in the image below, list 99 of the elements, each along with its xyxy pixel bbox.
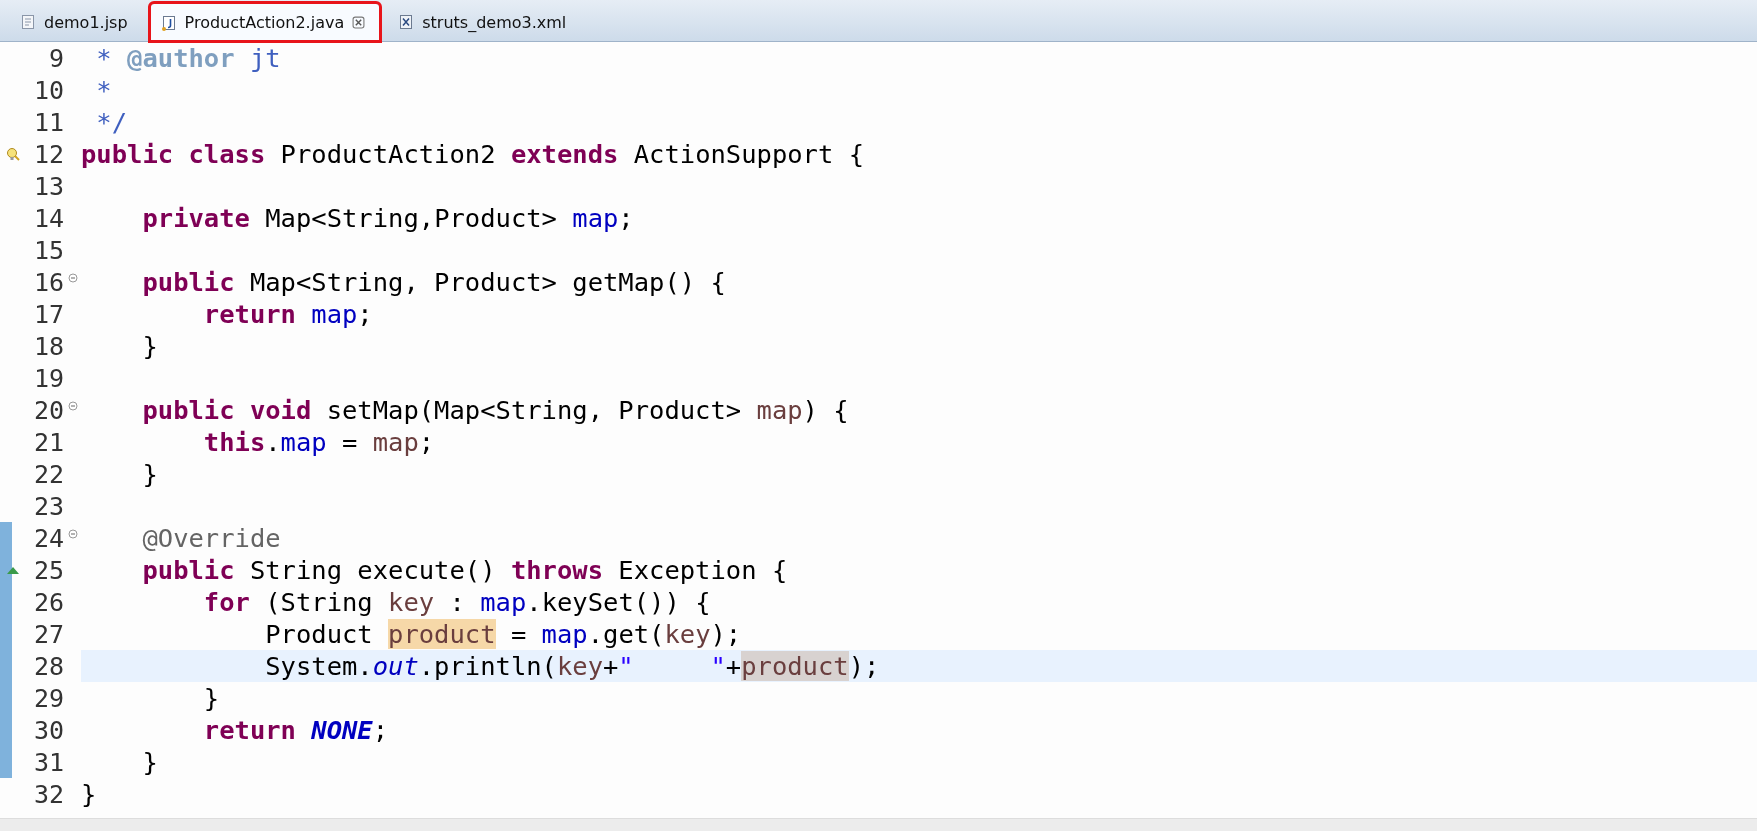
comment-text: * xyxy=(96,43,113,73)
variable-name: key xyxy=(556,651,603,681)
code-text: .get( xyxy=(587,619,665,649)
line-number: 9 xyxy=(47,43,64,73)
keyword: public void xyxy=(142,395,313,425)
java-file-icon xyxy=(160,14,177,31)
code-text: Map<String,Product> xyxy=(265,203,558,233)
code-text: } xyxy=(142,331,158,361)
file-tab[interactable]: ProductAction2.java xyxy=(149,3,381,41)
line-number: 20 xyxy=(32,395,64,425)
code-text: ); xyxy=(710,619,742,649)
line-number: 19 xyxy=(32,363,64,393)
file-icon xyxy=(20,14,36,30)
field-name: map xyxy=(280,427,327,457)
line-number: 22 xyxy=(32,459,64,489)
line-number: 14 xyxy=(32,203,64,233)
field-name: map xyxy=(541,619,588,649)
code-text: .keySet()) { xyxy=(526,587,711,617)
keyword: extends xyxy=(510,139,620,169)
collapse-icon[interactable] xyxy=(67,273,78,283)
static-field: out xyxy=(372,651,419,681)
line-number: 32 xyxy=(32,779,64,809)
annotation: @Override xyxy=(142,523,281,553)
code-text: ); xyxy=(848,651,880,681)
line-number: 30 xyxy=(32,715,64,745)
keyword: for xyxy=(203,587,251,617)
field-name: map xyxy=(311,299,358,329)
line-number: 25 xyxy=(32,555,64,585)
code-text: Exception { xyxy=(618,555,788,585)
doc-tag: @author xyxy=(127,43,235,73)
variable-name: key xyxy=(664,619,711,649)
code-text: } xyxy=(142,747,158,777)
line-number: 29 xyxy=(32,683,64,713)
close-icon[interactable] xyxy=(352,16,366,29)
horizontal-scrollbar[interactable] xyxy=(0,818,1757,831)
code-text: Map<String, Product> getMap() { xyxy=(249,267,726,297)
string-literal: " " xyxy=(618,651,726,681)
file-tab[interactable]: demo1.jsp xyxy=(10,3,142,41)
code-text: ActionSupport { xyxy=(633,139,864,169)
keyword: throws xyxy=(510,555,604,585)
code-text: System. xyxy=(265,651,373,681)
code-text: Product xyxy=(265,619,374,649)
line-number: 17 xyxy=(32,299,64,329)
keyword: public class xyxy=(81,139,267,169)
code-text: .println( xyxy=(418,651,557,681)
code-text: ; xyxy=(618,203,634,233)
comment-text: */ xyxy=(96,107,128,137)
line-number: 10 xyxy=(32,75,64,105)
code-text: ProductAction2 xyxy=(280,139,497,169)
line-number: 24 xyxy=(32,523,64,553)
comment-text: * xyxy=(96,75,112,105)
line-number: 18 xyxy=(32,331,64,361)
line-number: 23 xyxy=(32,491,64,521)
line-number: 13 xyxy=(32,171,64,201)
keyword: public xyxy=(142,267,236,297)
code-text: = xyxy=(342,427,359,457)
highlighted-variable: product xyxy=(741,651,849,681)
line-number: 15 xyxy=(32,235,64,265)
keyword: public xyxy=(142,555,236,585)
lightbulb-warning-icon[interactable] xyxy=(6,147,20,161)
line-number: 26 xyxy=(32,587,64,617)
collapse-icon[interactable] xyxy=(67,401,78,411)
line-number: 12 xyxy=(32,139,64,169)
code-text: (String xyxy=(265,587,374,617)
code-text: } xyxy=(203,683,220,713)
field-name: map xyxy=(480,587,527,617)
variable-name: key xyxy=(388,587,435,617)
variable-name: map xyxy=(756,395,803,425)
variable-name: map xyxy=(372,427,419,457)
line-number: 27 xyxy=(32,619,64,649)
comment-text: jt xyxy=(249,43,281,73)
code-text: } xyxy=(81,779,97,809)
line-number: 31 xyxy=(32,747,64,777)
line-number: 11 xyxy=(32,107,64,137)
field-name: map xyxy=(572,203,619,233)
code-text: + xyxy=(725,651,742,681)
code-text: setMap(Map<String, Product> xyxy=(326,395,743,425)
constant: NONE xyxy=(311,715,373,745)
xml-file-icon xyxy=(398,14,415,30)
code-text: . xyxy=(265,427,281,457)
keyword: return xyxy=(203,299,297,329)
code-text: ; xyxy=(372,715,389,745)
code-text: ) { xyxy=(802,395,849,425)
line-number: 16 xyxy=(32,267,64,297)
keyword: private xyxy=(142,203,251,233)
keyword: return xyxy=(203,715,297,745)
keyword: this xyxy=(203,427,266,457)
line-number: 28 xyxy=(32,651,64,681)
code-text: = xyxy=(510,619,528,649)
highlighted-variable: product xyxy=(388,619,496,649)
code-text: ; xyxy=(357,299,373,329)
code-text: : xyxy=(449,587,466,617)
file-tab[interactable]: struts_demo3.xml xyxy=(388,3,581,41)
code-text: } xyxy=(142,459,158,489)
line-number: 21 xyxy=(32,427,64,457)
code-text: + xyxy=(603,651,619,681)
code-text: ; xyxy=(418,427,435,457)
code-text: String execute() xyxy=(249,555,497,585)
collapse-icon[interactable] xyxy=(67,529,78,539)
